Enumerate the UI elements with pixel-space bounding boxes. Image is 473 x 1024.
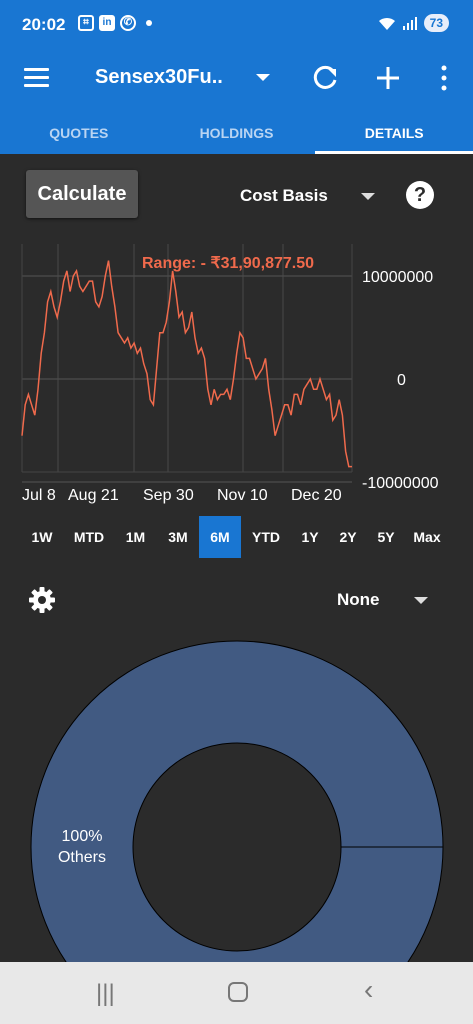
range-2y[interactable]: 2Y xyxy=(329,516,367,558)
y-tick-label: -10000000 xyxy=(362,475,439,492)
chart-series-line xyxy=(21,260,352,468)
y-tick-label: 10000000 xyxy=(362,269,433,286)
allocation-donut-chart[interactable]: 100% Others xyxy=(0,630,473,962)
slice-name-label: Others xyxy=(58,849,106,866)
donut-hole xyxy=(132,742,342,952)
range-ytd[interactable]: YTD xyxy=(241,516,291,558)
range-1w[interactable]: 1W xyxy=(20,516,64,558)
range-mtd[interactable]: MTD xyxy=(64,516,114,558)
tab-holdings[interactable]: HOLDINGS xyxy=(158,104,316,154)
range-1y[interactable]: 1Y xyxy=(291,516,329,558)
calculate-button[interactable]: Calculate xyxy=(26,170,138,218)
x-tick-label: Dec 20 xyxy=(291,487,342,504)
status-right: 73 xyxy=(378,14,449,32)
tab-quotes[interactable]: QUOTES xyxy=(0,104,158,154)
back-icon[interactable]: ‹ xyxy=(364,976,373,1004)
range-max[interactable]: Max xyxy=(405,516,449,558)
recent-apps-icon[interactable]: ||| xyxy=(96,982,115,1006)
value-chart[interactable]: Range: - ₹31,90,877.50 10000000 0 -1000000… xyxy=(0,232,473,512)
refresh-icon[interactable] xyxy=(309,62,341,94)
cost-basis-select[interactable]: Cost Basis xyxy=(240,186,328,206)
more-vert-icon[interactable] xyxy=(428,62,460,94)
x-tick-label: Jul 8 xyxy=(22,487,56,504)
x-tick-label: Sep 30 xyxy=(143,487,194,504)
battery-badge: 73 xyxy=(423,14,449,32)
app-bar: Sensex30Fu.. xyxy=(0,52,473,104)
range-5y[interactable]: 5Y xyxy=(367,516,405,558)
cost-basis-dropdown-icon[interactable] xyxy=(361,193,375,200)
status-time: 20:02 xyxy=(22,15,66,34)
menu-icon[interactable] xyxy=(24,68,49,88)
gear-icon[interactable] xyxy=(27,585,57,615)
signal-icon xyxy=(402,17,417,30)
screenshot-icon: ⌗ xyxy=(78,15,94,31)
range-3m[interactable]: 3M xyxy=(157,516,199,558)
range-6m[interactable]: 6M xyxy=(199,516,241,558)
grouping-dropdown-icon[interactable] xyxy=(414,597,428,604)
tab-details[interactable]: DETAILS xyxy=(315,104,473,154)
home-icon[interactable] xyxy=(228,982,248,1002)
grouping-select[interactable]: None xyxy=(337,590,380,610)
portfolio-title[interactable]: Sensex30Fu.. xyxy=(95,66,223,89)
y-tick-label: 0 xyxy=(397,372,406,389)
help-icon[interactable]: ? xyxy=(406,181,434,209)
whatsapp-icon: ✆ xyxy=(120,15,136,31)
portfolio-dropdown-icon[interactable] xyxy=(256,74,270,81)
time-range-selector: 1W MTD 1M 3M 6M YTD 1Y 2Y 5Y Max xyxy=(20,516,460,558)
x-tick-label: Aug 21 xyxy=(68,487,119,504)
slice-percent-label: 100% xyxy=(62,828,103,845)
linkedin-icon: in xyxy=(99,15,115,31)
chart-range-annotation: Range: - ₹31,90,877.50 xyxy=(142,255,314,272)
wifi-icon xyxy=(378,17,395,30)
system-nav-bar: ||| ‹ xyxy=(0,962,473,1024)
add-icon[interactable] xyxy=(372,62,404,94)
tab-bar: QUOTES HOLDINGS DETAILS xyxy=(0,104,473,154)
range-1m[interactable]: 1M xyxy=(114,516,157,558)
status-bar: 20:02 ⌗ in ✆ 73 xyxy=(0,0,473,52)
notification-dot xyxy=(146,20,152,26)
status-icons: ⌗ in ✆ xyxy=(78,15,136,31)
x-tick-label: Nov 10 xyxy=(217,487,268,504)
